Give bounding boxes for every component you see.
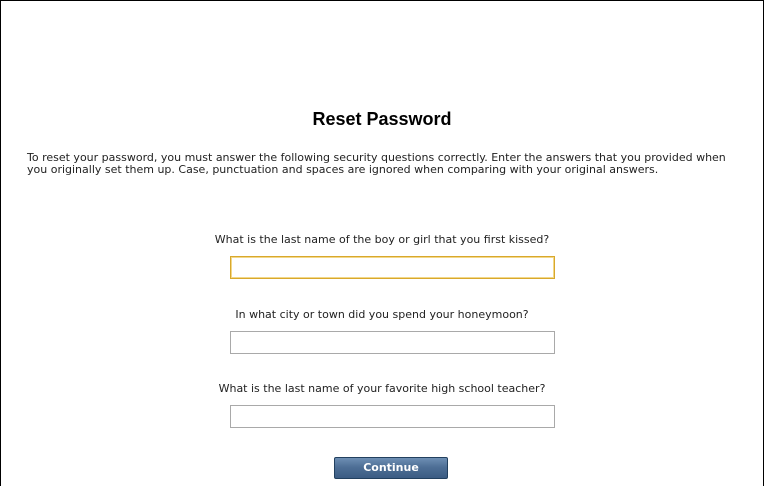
reset-password-panel: Reset Password To reset your password, y… (0, 0, 764, 486)
security-answer-1-input[interactable] (230, 256, 555, 279)
security-question-2-label: In what city or town did you spend your … (235, 308, 529, 321)
continue-button[interactable]: Continue (334, 457, 448, 479)
security-answer-2-input[interactable] (230, 331, 555, 354)
page-title: Reset Password (312, 109, 452, 129)
security-answer-3-input[interactable] (230, 405, 555, 428)
security-question-3-label: What is the last name of your favorite h… (218, 382, 546, 395)
security-question-1-label: What is the last name of the boy or girl… (214, 233, 550, 246)
instructions-text: To reset your password, you must answer … (27, 151, 726, 176)
